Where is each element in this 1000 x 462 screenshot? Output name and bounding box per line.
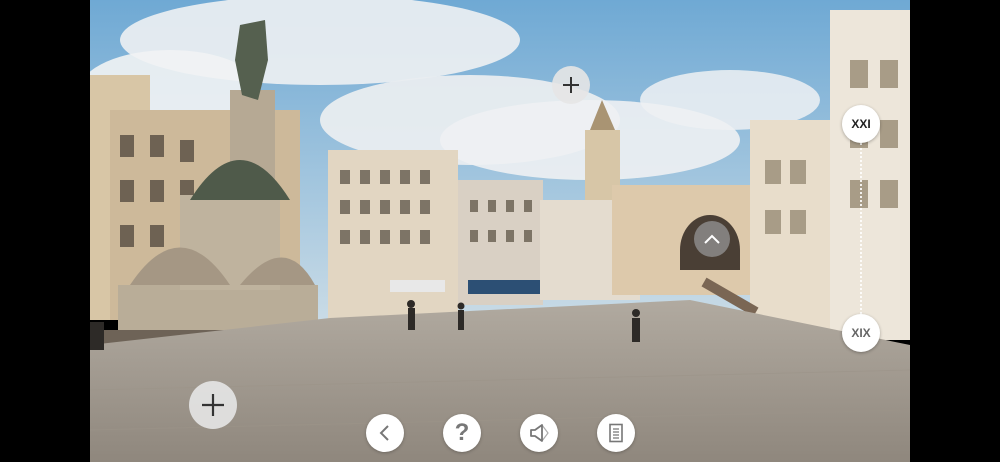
back-button[interactable]: [366, 414, 404, 452]
app-screen: XXI XIX ?: [0, 0, 1000, 462]
plus-icon: [563, 77, 579, 93]
help-button[interactable]: ?: [443, 414, 481, 452]
plus-icon: [202, 394, 224, 416]
info-document-button[interactable]: [597, 414, 635, 452]
navigate-up-button[interactable]: [694, 221, 730, 257]
chevron-left-icon: [379, 425, 389, 441]
chevron-up-icon: [704, 234, 720, 244]
document-icon: [609, 423, 623, 443]
hotspot-plus-button-top[interactable]: [552, 66, 590, 104]
speaker-icon: [530, 424, 549, 442]
question-mark-icon: ?: [454, 419, 470, 446]
hotspot-plus-button-bottom[interactable]: [189, 381, 237, 429]
era-xxi-button[interactable]: XXI: [842, 105, 880, 143]
timeline-track: [860, 143, 862, 314]
era-xix-button[interactable]: XIX: [842, 314, 880, 352]
audio-button[interactable]: [520, 414, 558, 452]
